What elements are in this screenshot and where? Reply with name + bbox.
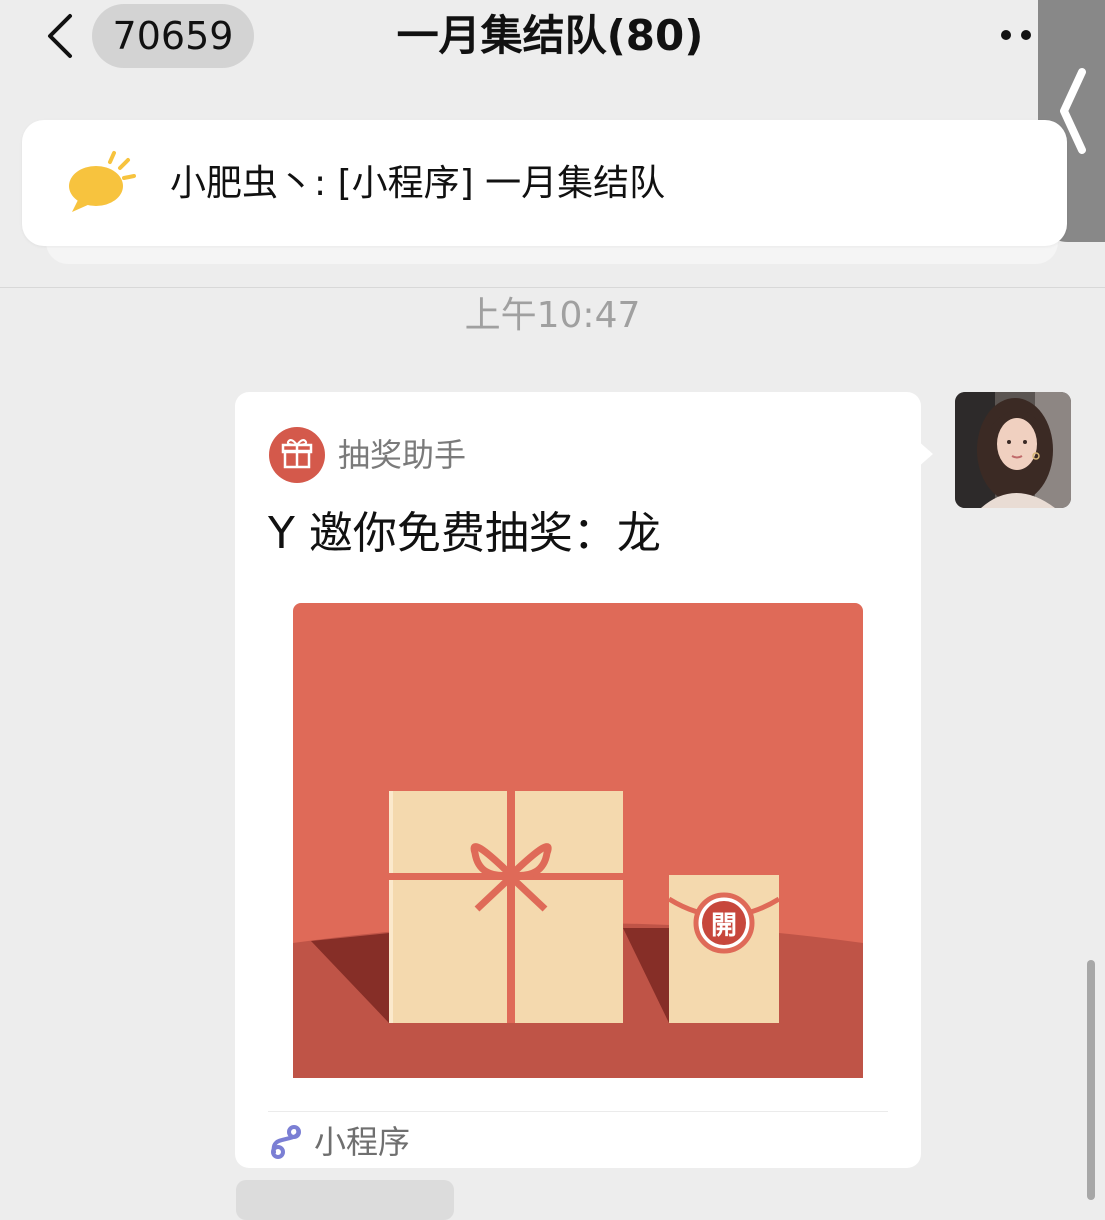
avatar[interactable] — [955, 392, 1071, 508]
mini-program-icon — [271, 1125, 301, 1159]
bubble-tail — [917, 440, 933, 468]
lottery-illustration: 開 — [293, 603, 863, 1078]
pinned-message-text[interactable]: 小肥虫丶: [小程序] 一月集结队 — [170, 160, 665, 208]
message-title: Y 邀你免费抽奖：龙 — [268, 508, 661, 559]
scrollbar[interactable] — [1087, 960, 1095, 1200]
app-name: 抽奖助手 — [338, 436, 467, 474]
divider — [268, 1111, 888, 1112]
speech-bubble-icon — [69, 151, 136, 212]
next-message-bubble — [236, 1180, 454, 1220]
unread-count-badge[interactable]: 70659 — [92, 4, 254, 68]
gift-icon — [269, 427, 325, 483]
chat-title: 一月集结队(80) — [396, 11, 704, 60]
mini-program-label: 小程序 — [314, 1123, 411, 1161]
chevron-left-icon[interactable] — [40, 10, 84, 62]
navigation-bar: 70659 一月集结队(80) — [0, 0, 1105, 80]
open-char: 開 — [711, 911, 737, 941]
divider — [0, 287, 1105, 288]
more-dots-icon[interactable] — [994, 20, 1038, 50]
message-timestamp: 上午10:47 — [464, 295, 641, 336]
